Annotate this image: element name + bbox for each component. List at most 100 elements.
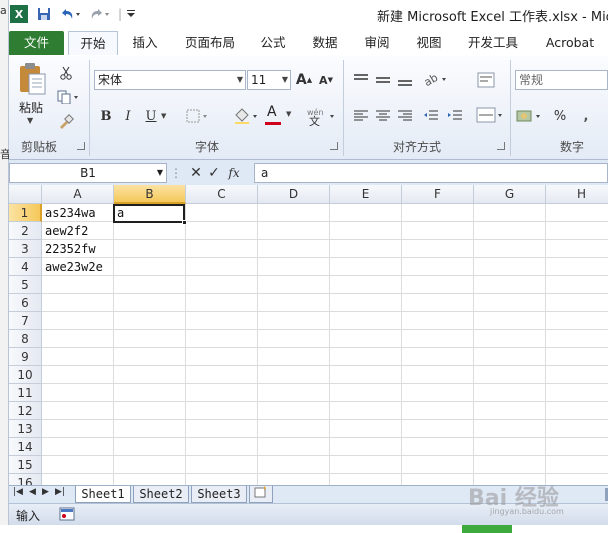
chevron-down-icon[interactable]: ▼ — [282, 71, 288, 89]
row-header[interactable]: 11 — [9, 384, 42, 402]
tab-acrobat[interactable]: Acrobat — [539, 31, 601, 55]
align-center-icon[interactable] — [373, 106, 393, 126]
align-right-icon[interactable] — [395, 106, 415, 126]
macro-record-icon[interactable] — [59, 507, 75, 521]
row-header[interactable]: 12 — [9, 402, 42, 420]
align-middle-icon[interactable] — [373, 70, 393, 90]
first-sheet-icon[interactable]: |◀ — [13, 487, 23, 497]
cell-a1[interactable]: as234wa — [43, 204, 96, 222]
row-header[interactable]: 10 — [9, 366, 42, 384]
row-header[interactable]: 15 — [9, 456, 42, 474]
customize-qat-icon[interactable] — [125, 5, 137, 23]
percent-button[interactable]: % — [549, 106, 571, 126]
tab-review[interactable]: 审阅 — [359, 31, 395, 55]
row-header[interactable]: 13 — [9, 420, 42, 438]
row-header[interactable]: 5 — [9, 276, 42, 294]
insert-function-button[interactable]: fx — [223, 163, 245, 183]
row-header[interactable]: 2 — [9, 222, 42, 240]
number-format-combo[interactable]: 常规 — [515, 70, 608, 90]
row-header[interactable]: 14 — [9, 438, 42, 456]
worksheet-grid[interactable]: A B C D E F G H 1 2 3 4 5 6 7 8 9 10 11 … — [9, 185, 608, 485]
font-name-combo[interactable]: 宋体 ▼ — [94, 70, 246, 90]
copy-icon[interactable] — [55, 88, 83, 106]
dialog-launcher-icon[interactable] — [330, 142, 338, 150]
cell-a3[interactable]: 22352fw — [43, 240, 96, 258]
cell-a4[interactable]: awe23w2e — [43, 258, 103, 276]
dialog-launcher-icon[interactable] — [497, 142, 505, 150]
row-header[interactable]: 16 — [9, 474, 42, 485]
row-header[interactable]: 8 — [9, 330, 42, 348]
tab-file[interactable]: 文件 — [9, 31, 64, 55]
font-size-combo[interactable]: 11 ▼ — [247, 70, 291, 90]
select-all-corner[interactable] — [9, 185, 42, 204]
prev-sheet-icon[interactable]: ◀ — [29, 487, 36, 497]
fill-handle[interactable] — [182, 220, 187, 225]
bold-button[interactable]: B — [97, 106, 115, 126]
chevron-down-icon[interactable]: ▼ — [286, 110, 291, 118]
sheet-tab-1[interactable]: Sheet1 — [75, 486, 131, 503]
row-header[interactable]: 3 — [9, 240, 42, 258]
phonetic-guide-icon[interactable]: wén 文 — [305, 104, 339, 128]
next-sheet-icon[interactable]: ▶ — [42, 487, 49, 497]
sheet-tab-2[interactable]: Sheet2 — [133, 486, 189, 503]
align-left-icon[interactable] — [351, 106, 371, 126]
borders-icon[interactable] — [185, 106, 211, 126]
chevron-down-icon[interactable]: ▼ — [237, 71, 243, 89]
last-sheet-icon[interactable]: ▶| — [55, 487, 65, 497]
tab-insert[interactable]: 插入 — [127, 31, 163, 55]
cell-a2[interactable]: aew2f2 — [43, 222, 88, 240]
dialog-launcher-icon[interactable] — [77, 142, 85, 150]
chevron-down-icon[interactable]: ▼ — [161, 112, 166, 120]
fill-color-icon[interactable] — [231, 106, 263, 126]
paste-label[interactable]: 粘贴 — [19, 99, 43, 116]
tab-data[interactable]: 数据 — [307, 31, 343, 55]
save-icon[interactable] — [35, 5, 53, 23]
comma-style-icon[interactable]: , — [575, 106, 597, 126]
italic-button[interactable]: I — [119, 106, 137, 126]
sheet-tab-3[interactable]: Sheet3 — [191, 486, 247, 503]
undo-icon[interactable] — [57, 5, 83, 23]
column-header-h[interactable]: H — [546, 185, 608, 204]
column-header-g[interactable]: G — [474, 185, 546, 204]
format-painter-icon[interactable] — [57, 113, 75, 131]
insert-sheet-icon[interactable] — [249, 486, 273, 503]
underline-button[interactable]: U — [142, 106, 160, 126]
row-header[interactable]: 6 — [9, 294, 42, 312]
tab-developer[interactable]: 开发工具 — [462, 31, 524, 55]
row-header[interactable]: 4 — [9, 258, 42, 276]
wrap-text-icon[interactable] — [475, 70, 497, 90]
enter-entry-icon[interactable]: ✓ — [205, 163, 223, 183]
font-color-button[interactable]: A ▼ — [265, 104, 295, 128]
column-header-d[interactable]: D — [258, 185, 330, 204]
tab-home[interactable]: 开始 — [68, 31, 118, 55]
shrink-font-icon[interactable]: A ▼ — [317, 70, 335, 90]
merge-center-icon[interactable] — [475, 104, 505, 126]
row-header[interactable]: 1 — [9, 204, 42, 222]
redo-icon[interactable] — [87, 5, 113, 23]
paste-icon[interactable] — [15, 60, 49, 98]
column-header-c[interactable]: C — [186, 185, 258, 204]
accounting-format-icon[interactable] — [515, 106, 545, 126]
name-box[interactable]: B1 ▼ — [9, 163, 167, 183]
decrease-indent-icon[interactable] — [421, 106, 441, 126]
tab-view[interactable]: 视图 — [411, 31, 447, 55]
formula-input[interactable]: a — [254, 163, 608, 183]
column-header-a[interactable]: A — [42, 185, 114, 204]
increase-indent-icon[interactable] — [445, 106, 465, 126]
align-bottom-icon[interactable] — [395, 70, 415, 90]
column-header-e[interactable]: E — [330, 185, 402, 204]
chevron-down-icon[interactable]: ▼ — [27, 116, 33, 125]
excel-app-icon[interactable]: X — [10, 5, 28, 23]
tab-page-layout[interactable]: 页面布局 — [179, 31, 241, 55]
grow-font-icon[interactable]: A ▲ — [295, 70, 313, 90]
chevron-down-icon[interactable]: ▼ — [157, 164, 163, 182]
align-top-icon[interactable] — [351, 70, 371, 90]
row-header[interactable]: 9 — [9, 348, 42, 366]
row-header[interactable]: 7 — [9, 312, 42, 330]
orientation-icon[interactable]: ab — [421, 68, 451, 90]
cancel-entry-icon[interactable]: ✕ — [187, 163, 205, 183]
cut-icon[interactable] — [57, 64, 75, 82]
tab-formulas[interactable]: 公式 — [255, 31, 291, 55]
column-header-f[interactable]: F — [402, 185, 474, 204]
column-header-b[interactable]: B — [114, 185, 186, 204]
